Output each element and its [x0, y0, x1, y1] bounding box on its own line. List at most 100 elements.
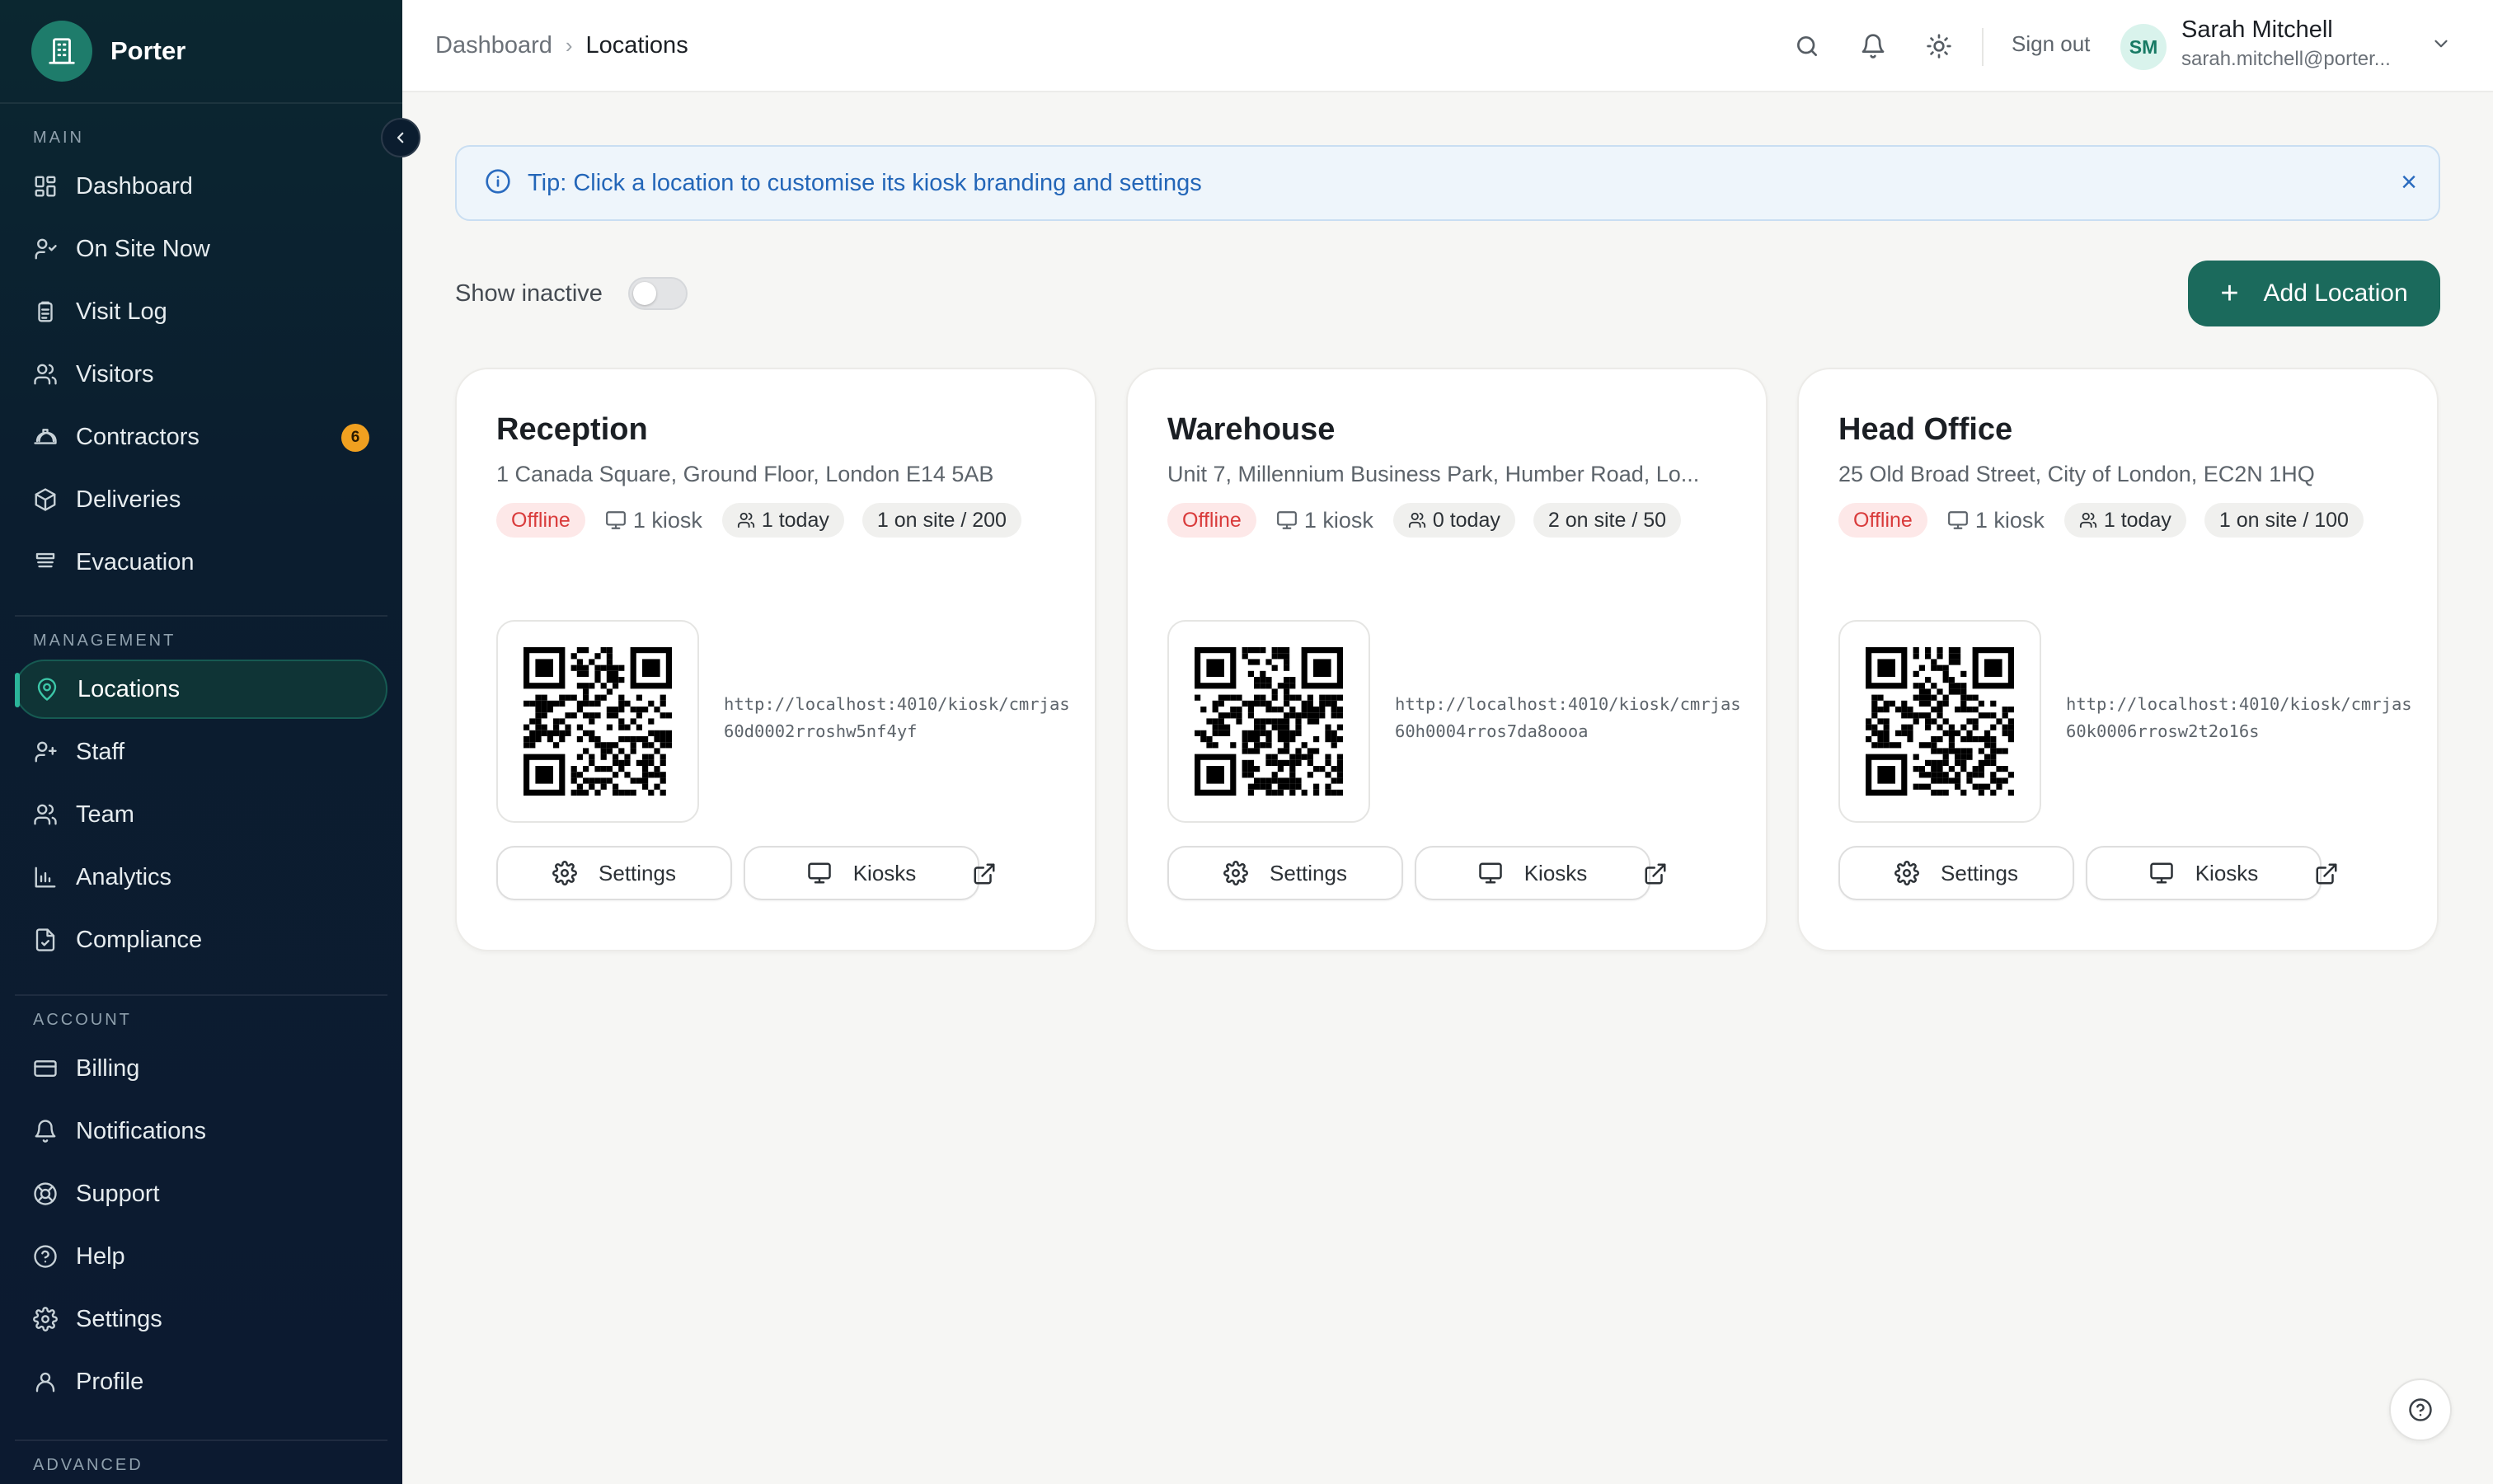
sidebar-item-staff[interactable]: Staff — [15, 722, 387, 782]
sign-out-link[interactable]: Sign out — [2012, 31, 2090, 57]
sidebar-divider — [15, 994, 387, 996]
location-card[interactable]: Warehouse Unit 7, Millennium Business Par… — [1126, 368, 1768, 951]
location-name[interactable]: Head Office — [1838, 412, 2012, 448]
monitor-icon — [2149, 861, 2195, 885]
sidebar-item-notifications[interactable]: Notifications — [15, 1101, 387, 1161]
sidebar-item-visit-log[interactable]: Visit Log — [15, 282, 387, 341]
location-name[interactable]: Warehouse — [1167, 412, 1335, 448]
monitor-icon — [1478, 861, 1524, 885]
kiosk-count: 1 kiosk — [1947, 508, 2045, 533]
users-icon — [2079, 511, 2104, 529]
user-name[interactable]: Sarah Mitchell — [2181, 16, 2333, 44]
breadcrumb: Dashboard › Locations — [402, 32, 688, 59]
user-check-icon — [33, 237, 76, 261]
sidebar-item-label: Analytics — [76, 863, 172, 890]
chevron-down-icon[interactable] — [2430, 33, 2452, 59]
location-meta: Offline 1 kiosk 0 today 2 on site / 50 — [1167, 503, 1682, 538]
bell-icon — [33, 1119, 76, 1144]
users-icon — [33, 362, 76, 387]
kiosks-button[interactable]: Kiosks — [2086, 846, 2322, 900]
sidebar-item-support[interactable]: Support — [15, 1164, 387, 1223]
sidebar-item-label: Visit Log — [76, 298, 167, 325]
location-card[interactable]: Head Office 25 Old Broad Street, City of … — [1797, 368, 2439, 951]
settings-button[interactable]: Settings — [1167, 846, 1403, 900]
sidebar-item-contractors[interactable]: Contractors 6 — [15, 407, 387, 467]
monitor-icon — [605, 510, 633, 531]
sidebar-item-visitors[interactable]: Visitors — [15, 345, 387, 404]
sidebar-item-on-site-now[interactable]: On Site Now — [15, 219, 387, 279]
sidebar-item-label: Billing — [76, 1054, 140, 1082]
search-icon[interactable] — [1789, 28, 1825, 64]
settings-label: Settings — [1270, 860, 1347, 885]
sidebar-item-label: Team — [76, 801, 134, 828]
sidebar-item-label: Visitors — [76, 360, 154, 387]
collapse-sidebar-button[interactable] — [381, 118, 420, 157]
sidebar-item-profile[interactable]: Profile — [15, 1352, 387, 1411]
breadcrumb-dashboard[interactable]: Dashboard — [435, 32, 552, 59]
bell-icon[interactable] — [1855, 28, 1891, 64]
kiosks-label: Kiosks — [852, 860, 917, 885]
avatar[interactable]: SM — [2120, 24, 2167, 70]
today-count-text: 1 today — [761, 508, 829, 532]
sidebar-item-dashboard[interactable]: Dashboard — [15, 157, 387, 216]
brand[interactable]: Porter — [0, 0, 402, 104]
sidebar-section-label: ADVANCED — [33, 1456, 143, 1474]
sidebar-item-deliveries[interactable]: Deliveries — [15, 470, 387, 529]
external-link-icon[interactable] — [968, 857, 1001, 890]
kiosk-qr-code — [1167, 620, 1370, 823]
show-inactive-toggle[interactable] — [628, 277, 688, 310]
dashboard-icon — [33, 174, 76, 199]
sidebar-item-locations[interactable]: Locations — [15, 660, 387, 719]
help-circle-icon — [2409, 1398, 2432, 1421]
location-address: Unit 7, Millennium Business Park, Humber… — [1167, 462, 1700, 486]
sidebar-item-settings[interactable]: Settings — [15, 1289, 387, 1349]
status-badge: Offline — [1167, 503, 1256, 538]
status-badge: Offline — [1838, 503, 1927, 538]
kiosks-button[interactable]: Kiosks — [744, 846, 979, 900]
sidebar-section-label: MANAGEMENT — [33, 632, 176, 650]
hard-hat-icon — [33, 425, 76, 449]
kiosk-url: http://localhost:4010/kiosk/cmrjas60d000… — [724, 694, 1070, 741]
settings-button[interactable]: Settings — [1838, 846, 2074, 900]
kiosks-button[interactable]: Kiosks — [1415, 846, 1650, 900]
add-location-button[interactable]: + Add Location — [2188, 261, 2440, 326]
file-check-icon — [33, 928, 76, 952]
sidebar-item-billing[interactable]: Billing — [15, 1039, 387, 1098]
sidebar-item-compliance[interactable]: Compliance — [15, 910, 387, 970]
on-site-count: 1 on site / 200 — [862, 503, 1021, 538]
sidebar-item-label: Dashboard — [76, 172, 193, 200]
sidebar-divider — [15, 1439, 387, 1441]
sidebar-item-help[interactable]: Help — [15, 1227, 387, 1286]
top-header: Dashboard › Locations Sign out SM Sarah … — [402, 0, 2493, 92]
sun-icon[interactable] — [1921, 28, 1957, 64]
header-divider — [1982, 28, 1984, 66]
location-card[interactable]: Reception 1 Canada Square, Ground Floor, … — [455, 368, 1096, 951]
close-icon[interactable]: × — [2401, 168, 2417, 196]
location-address: 25 Old Broad Street, City of London, EC2… — [1838, 462, 2315, 486]
sidebar-item-label: Profile — [76, 1368, 144, 1395]
external-link-icon[interactable] — [2310, 857, 2343, 890]
sidebar-item-team[interactable]: Team — [15, 785, 387, 844]
alarm-icon — [33, 550, 76, 575]
today-count-text: 0 today — [1432, 508, 1500, 532]
location-name[interactable]: Reception — [496, 412, 648, 448]
map-pin-icon — [35, 677, 77, 702]
gear-icon — [1223, 861, 1270, 885]
users-icon — [737, 511, 762, 529]
sidebar-item-evacuation[interactable]: Evacuation — [15, 533, 387, 592]
sidebar-item-label: Staff — [76, 738, 125, 765]
today-count: 0 today — [1392, 503, 1515, 538]
tip-text: Tip: Click a location to customise its k… — [528, 169, 1202, 196]
sidebar-section-management: MANAGEMENT Locations Staff Team Analytics Com… — [0, 615, 402, 973]
settings-button[interactable]: Settings — [496, 846, 732, 900]
external-link-icon[interactable] — [1639, 857, 1672, 890]
location-address: 1 Canada Square, Ground Floor, London E1… — [496, 462, 994, 486]
kiosk-qr-code — [1838, 620, 2041, 823]
location-meta: Offline 1 kiosk 1 today 1 on site / 200 — [496, 503, 1021, 538]
sidebar-item-analytics[interactable]: Analytics — [15, 848, 387, 907]
bar-chart-icon — [33, 865, 76, 890]
sidebar-section-main: MAIN Dashboard On Site Now Visit Log Visitor… — [0, 125, 402, 595]
sidebar-item-label: Help — [76, 1242, 125, 1270]
location-meta: Offline 1 kiosk 1 today 1 on site / 100 — [1838, 503, 2364, 538]
help-button[interactable] — [2389, 1378, 2452, 1441]
